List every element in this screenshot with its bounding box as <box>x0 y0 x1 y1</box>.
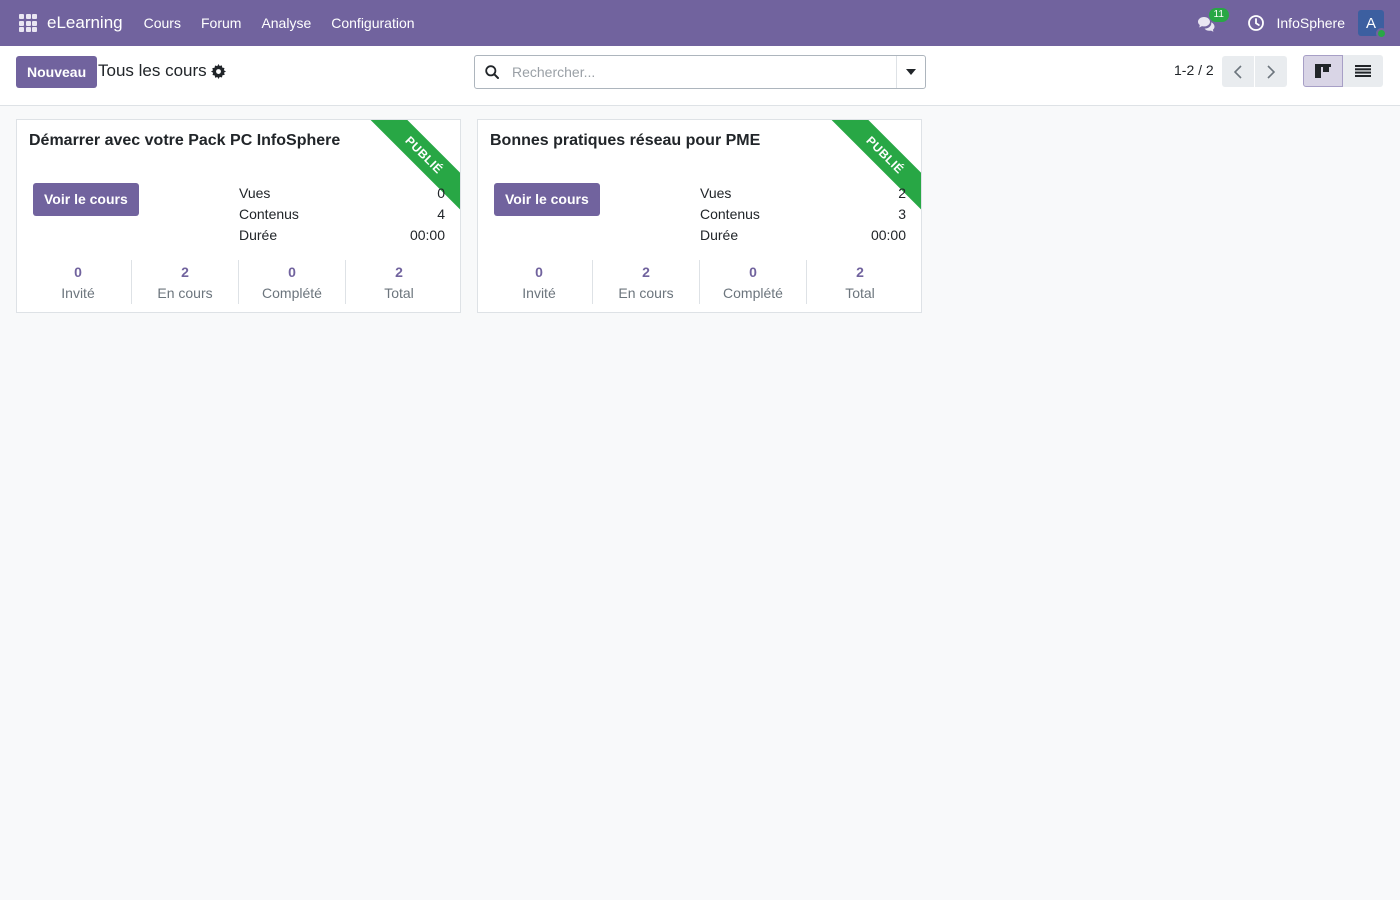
counter-in-progress[interactable]: 2 En cours <box>592 260 699 304</box>
kanban-icon <box>1315 64 1331 78</box>
chevron-right-icon <box>1267 64 1275 79</box>
stat-row-contents: Contenus 4 <box>239 205 445 226</box>
counter-in-progress[interactable]: 2 En cours <box>131 260 238 304</box>
stat-row-contents: Contenus 3 <box>700 205 906 226</box>
course-card[interactable]: Bonnes pratiques réseau pour PME PUBLIÉ … <box>477 119 922 313</box>
course-stats: Vues 2 Contenus 3 Durée 00:00 <box>700 184 906 247</box>
avatar-letter: A <box>1365 14 1376 32</box>
stat-label: Contenus <box>239 206 299 222</box>
kanban-view-button[interactable] <box>1303 55 1343 87</box>
counter-value: 0 <box>749 264 757 280</box>
counter-value: 2 <box>181 264 189 280</box>
counter-invited[interactable]: 0 Invité <box>25 260 131 304</box>
stat-value: 4 <box>437 206 445 222</box>
clock-icon[interactable] <box>1247 14 1265 32</box>
online-status-icon <box>1376 28 1387 39</box>
stat-value: 2 <box>898 185 906 201</box>
list-view-button[interactable] <box>1343 55 1383 87</box>
counter-value: 0 <box>535 264 543 280</box>
pager-previous-button[interactable] <box>1222 56 1254 87</box>
stat-value: 00:00 <box>409 227 445 243</box>
company-switcher[interactable]: InfoSphere <box>1277 15 1346 31</box>
attendee-counters: 0 Invité 2 En cours 0 Complété 2 Total <box>17 260 460 304</box>
search-options-toggle[interactable] <box>896 56 925 88</box>
menu-item-forum[interactable]: Forum <box>191 0 251 46</box>
course-stats: Vues 0 Contenus 4 Durée 00:00 <box>239 184 445 247</box>
gear-icon[interactable] <box>211 64 226 79</box>
caret-down-icon <box>906 69 916 75</box>
counter-label: Invité <box>61 285 95 301</box>
search-bar <box>474 55 926 89</box>
counter-label: Total <box>384 285 414 301</box>
stat-label: Durée <box>700 227 739 243</box>
counter-total[interactable]: 2 Total <box>345 260 452 304</box>
counter-value: 2 <box>642 264 650 280</box>
course-title: Démarrer avec votre Pack PC InfoSphere <box>29 132 341 149</box>
user-avatar[interactable]: A <box>1358 10 1387 39</box>
course-title: Bonnes pratiques réseau pour PME <box>490 132 761 149</box>
stat-row-duration: Durée 00:00 <box>239 226 445 247</box>
messages-count-badge: 11 <box>1208 8 1229 22</box>
search-input[interactable] <box>512 64 896 80</box>
stat-row-views: Vues 2 <box>700 184 906 205</box>
menu-item-analyse[interactable]: Analyse <box>251 0 321 46</box>
counter-total[interactable]: 2 Total <box>806 260 913 304</box>
stat-row-views: Vues 0 <box>239 184 445 205</box>
counter-value: 0 <box>74 264 82 280</box>
app-name[interactable]: eLearning <box>47 13 123 33</box>
top-navbar: eLearning Cours Forum Analyse Configurat… <box>0 0 1400 46</box>
attendee-counters: 0 Invité 2 En cours 0 Complété 2 Total <box>478 260 921 304</box>
course-card[interactable]: Démarrer avec votre Pack PC InfoSphere P… <box>16 119 461 313</box>
pager-value[interactable]: 1-2 / 2 <box>1174 62 1214 78</box>
stat-value: 00:00 <box>870 227 906 243</box>
stat-label: Vues <box>239 185 271 201</box>
view-course-button[interactable]: Voir le cours <box>494 183 600 216</box>
counter-value: 0 <box>288 264 296 280</box>
chevron-left-icon <box>1234 64 1242 79</box>
control-panel: Nouveau Tous les cours 1-2 / 2 <box>0 46 1400 106</box>
stat-label: Durée <box>239 227 278 243</box>
counter-value: 2 <box>856 264 864 280</box>
app-menu-icon[interactable] <box>17 12 39 34</box>
stat-value: 0 <box>437 185 445 201</box>
counter-completed[interactable]: 0 Complété <box>699 260 806 304</box>
main-menu: Cours Forum Analyse Configuration <box>134 0 425 46</box>
menu-item-configuration[interactable]: Configuration <box>321 0 424 46</box>
messages-button[interactable]: 11 <box>1197 8 1229 33</box>
stat-row-duration: Durée 00:00 <box>700 226 906 247</box>
counter-label: Invité <box>522 285 556 301</box>
counter-invited[interactable]: 0 Invité <box>486 260 592 304</box>
counter-value: 2 <box>395 264 403 280</box>
search-icon <box>485 65 499 79</box>
counter-label: Total <box>845 285 875 301</box>
counter-completed[interactable]: 0 Complété <box>238 260 345 304</box>
stat-label: Vues <box>700 185 732 201</box>
counter-label: Complété <box>723 285 783 301</box>
menu-item-cours[interactable]: Cours <box>134 0 191 46</box>
page-title[interactable]: Tous les cours <box>98 61 207 81</box>
stat-label: Contenus <box>700 206 760 222</box>
pager-next-button[interactable] <box>1255 56 1287 87</box>
list-icon <box>1355 65 1371 77</box>
counter-label: En cours <box>618 285 674 301</box>
counter-label: En cours <box>157 285 213 301</box>
counter-label: Complété <box>262 285 322 301</box>
new-button[interactable]: Nouveau <box>16 56 98 88</box>
view-course-button[interactable]: Voir le cours <box>33 183 139 216</box>
stat-value: 3 <box>898 206 906 222</box>
